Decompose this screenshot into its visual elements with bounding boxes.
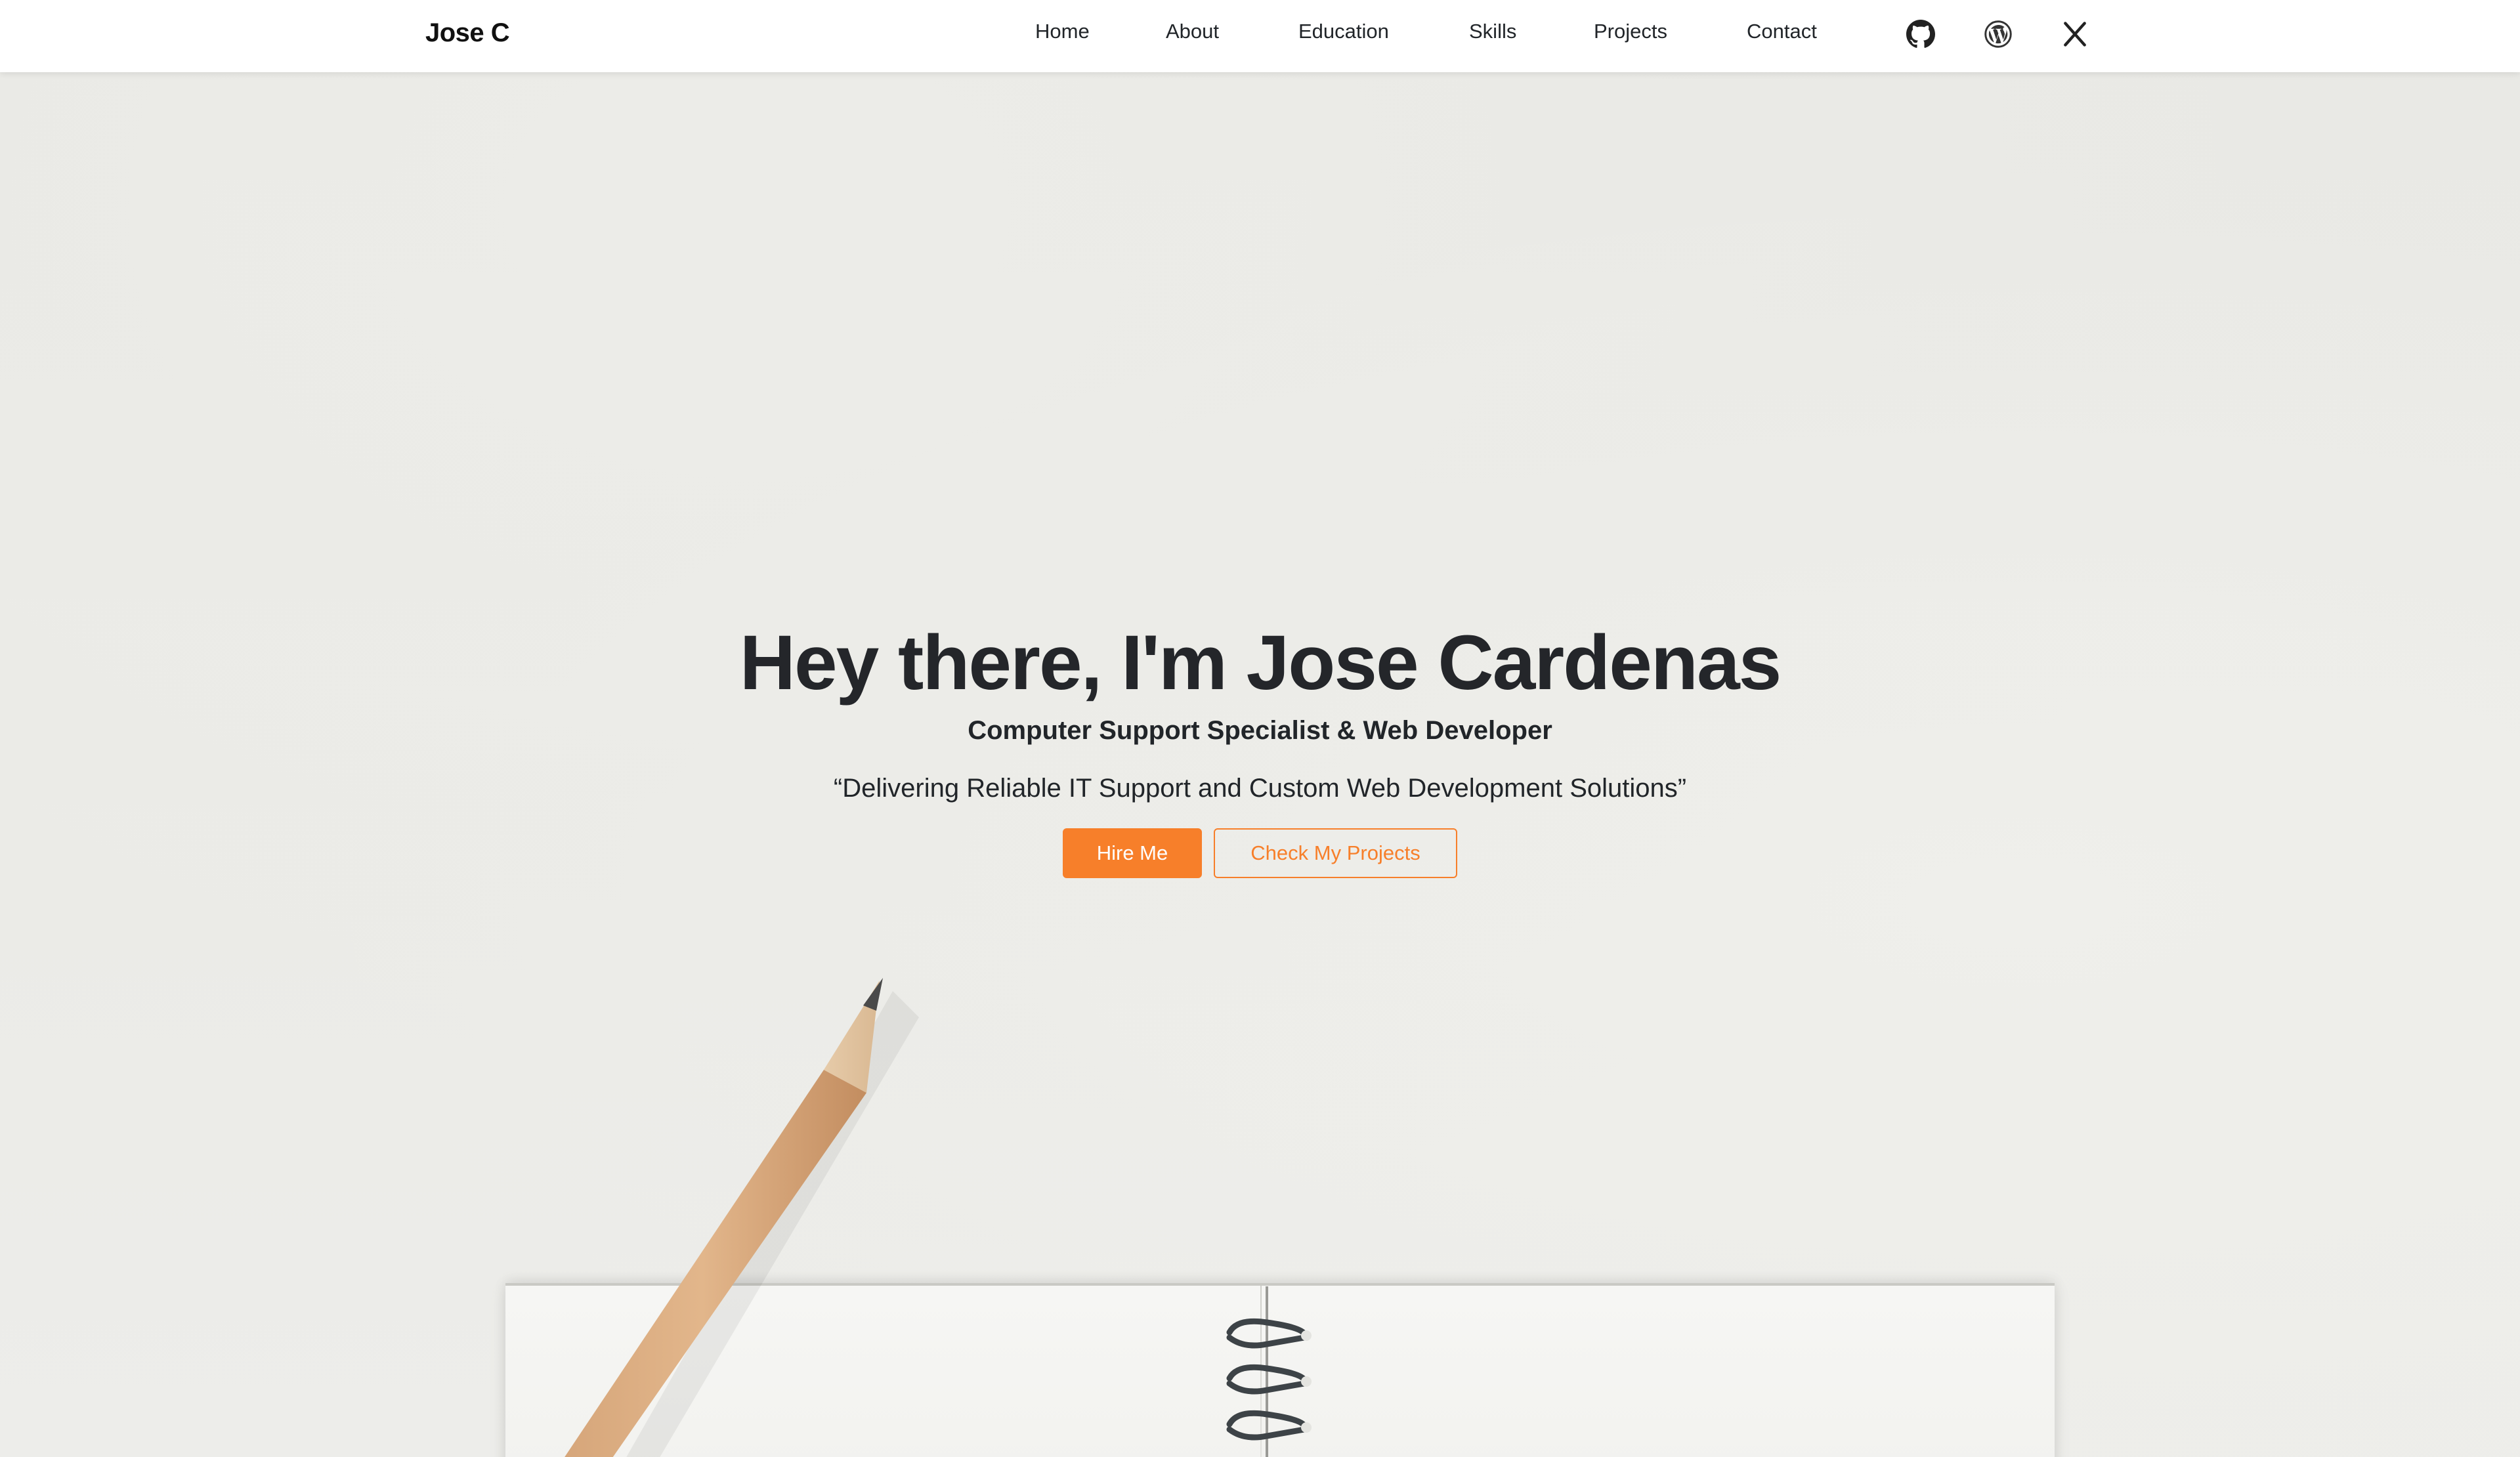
x-link[interactable]: [2059, 18, 2091, 50]
wordpress-link[interactable]: [1982, 18, 2014, 50]
pencil-image: [565, 978, 919, 1457]
nav-link-projects[interactable]: Projects: [1594, 20, 1667, 43]
nav-link-skills[interactable]: Skills: [1469, 20, 1516, 43]
nav-link-about[interactable]: About: [1166, 20, 1219, 43]
wordpress-icon: [1984, 20, 2012, 48]
spiral-binding-image: [1226, 1286, 1312, 1457]
github-icon: [1906, 20, 1935, 48]
nav-link-education[interactable]: Education: [1298, 20, 1389, 43]
hero-section: Hey there, I'm Jose Cardenas Computer Su…: [0, 617, 2520, 878]
nav-links: Home About Education Skills Projects Con…: [0, 20, 2520, 51]
page: Jose C Home About Education Skills Proje…: [0, 0, 2520, 1457]
hero-subtitle: Computer Support Specialist & Web Develo…: [968, 716, 1552, 745]
nav-link-home[interactable]: Home: [1035, 20, 1090, 43]
hero-buttons: Hire Me Check My Projects: [0, 828, 2520, 878]
check-projects-button[interactable]: Check My Projects: [1214, 828, 1457, 878]
hero-quote: “Delivering Reliable IT Support and Cust…: [833, 774, 1687, 803]
github-link[interactable]: [1905, 18, 1936, 50]
hire-me-button[interactable]: Hire Me: [1063, 828, 1202, 878]
x-icon: [2064, 22, 2086, 47]
nav-link-contact[interactable]: Contact: [1747, 20, 1817, 43]
navbar: Jose C Home About Education Skills Proje…: [0, 0, 2520, 72]
hero-title: Hey there, I'm Jose Cardenas: [739, 620, 1782, 706]
